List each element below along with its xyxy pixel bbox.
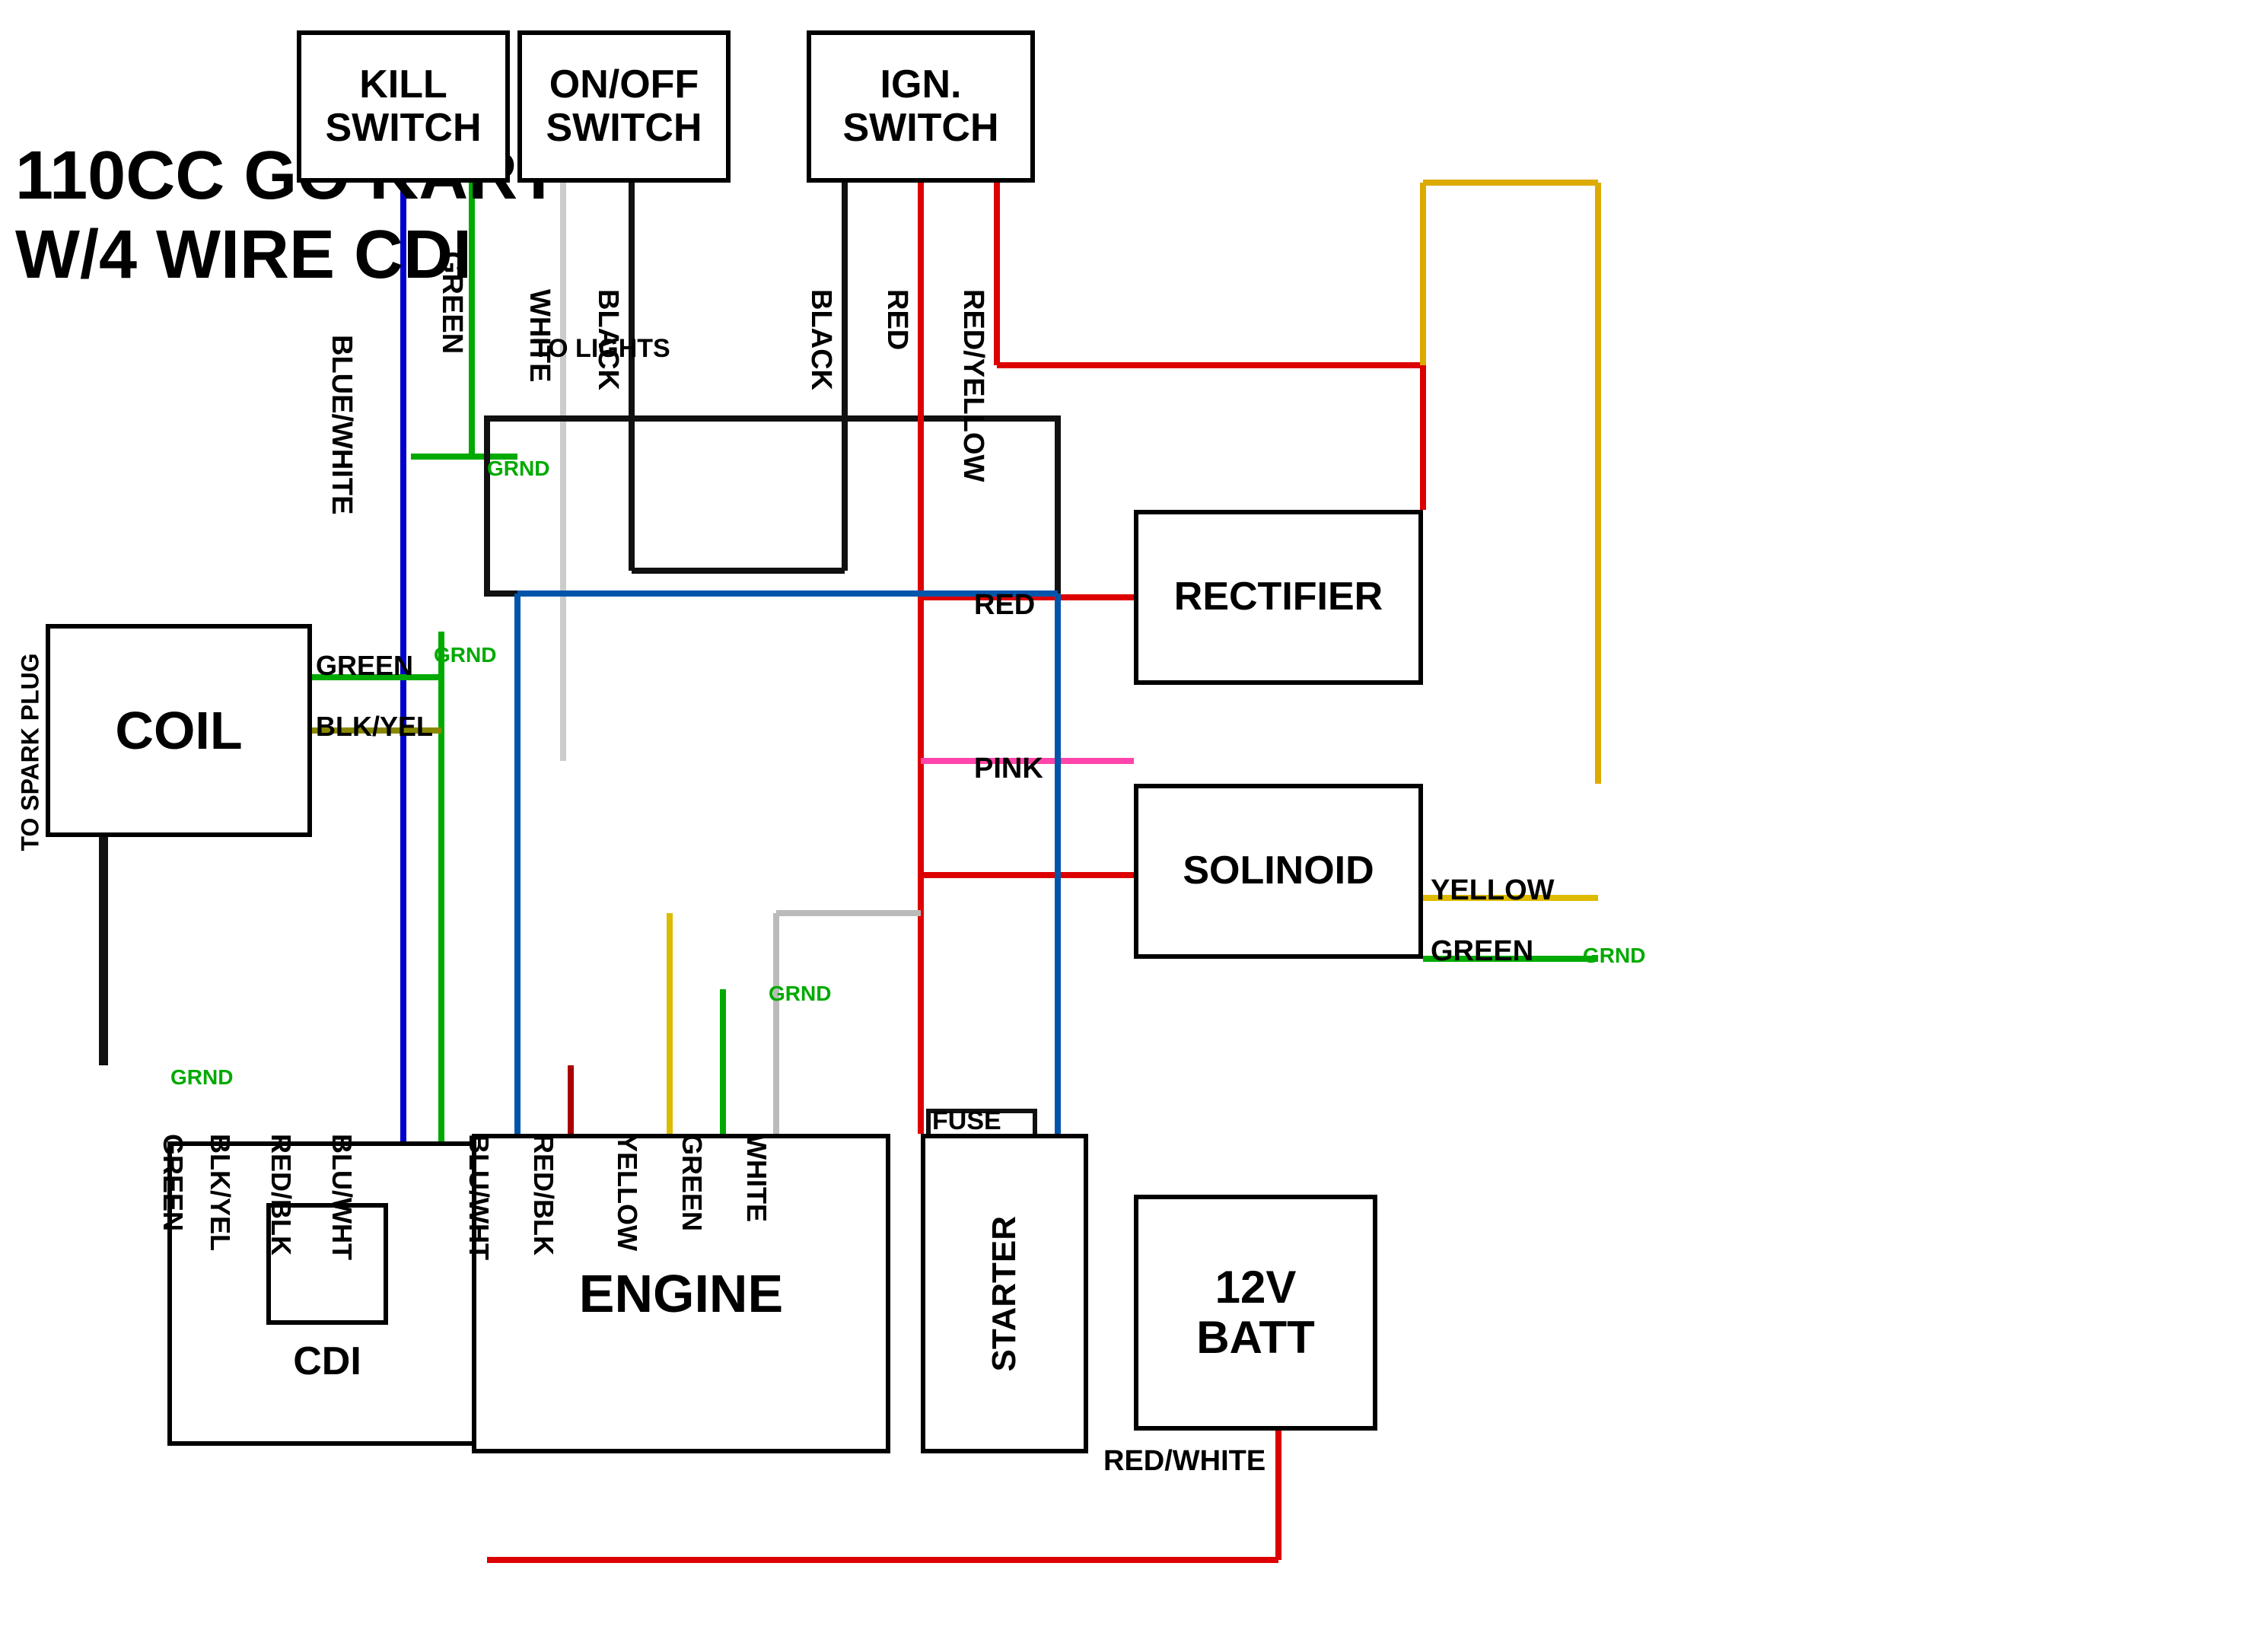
eng-redblk-label: RED/BLK (527, 1134, 559, 1256)
blue-white-label: BLUE/WHITE (325, 335, 358, 514)
red-rect-label: RED (974, 590, 1035, 622)
red-ign-label: RED (880, 289, 913, 350)
coil-green-grnd: GRND (434, 643, 496, 667)
red-yellow-label: RED/YELLOW (957, 289, 989, 482)
cdi-bluwht-label: BLU/WHT (326, 1134, 358, 1260)
cdi-green-label: GREEN (157, 1134, 189, 1231)
starter-box: STARTER (921, 1134, 1088, 1453)
wiring-diagram: 110CC GO KART W/4 WIRE CDI COIL TO SPARK… (0, 0, 2254, 1652)
coil-blkyel-label: BLK/YEL (316, 711, 433, 742)
red-white-label: RED/WHITE (1103, 1446, 1265, 1478)
yellow-sol-label: YELLOW (1431, 875, 1555, 907)
spark-plug-label: TO SPARK PLUG (17, 653, 45, 851)
eng-green-label: GREEN (676, 1134, 708, 1231)
black-ign-label: BLACK (804, 289, 837, 390)
eng-bluwht-label: BLU/WHT (463, 1134, 495, 1260)
kill-switch-box: KILL SWITCH (297, 30, 510, 183)
ign-switch-box: IGN. SWITCH (807, 30, 1035, 183)
eng-green-grnd: GRND (769, 982, 831, 1006)
eng-yellow-label: YELLOW (611, 1134, 643, 1251)
green-sol-label: GREEN (1431, 936, 1533, 968)
cdi-green-grnd: GRND (170, 1065, 233, 1090)
sol-green-grnd: GRND (1583, 944, 1645, 968)
coil-green-label: GREEN (316, 651, 413, 681)
kill-grnd: GRND (487, 457, 549, 481)
onoff-switch-box: ON/OFF SWITCH (517, 30, 731, 183)
spark-plug-wire (99, 837, 108, 1065)
battery-box: 12V BATT (1134, 1195, 1377, 1431)
solinoid-box: SOLINOID (1134, 784, 1423, 959)
green-kill-label: GREEN (435, 251, 468, 354)
rectifier-box: RECTIFIER (1134, 510, 1423, 685)
eng-white-label: WHITE (740, 1134, 772, 1222)
pink-label: PINK (974, 753, 1043, 785)
fuse-label: FUSE (932, 1107, 1001, 1135)
cdi-redblk-label: RED/BLK (265, 1134, 297, 1256)
coil-box: COIL (46, 624, 312, 837)
black-onoff-label: BLACK (591, 289, 624, 390)
cdi-blkyel-label: BLK/YEL (204, 1134, 236, 1251)
